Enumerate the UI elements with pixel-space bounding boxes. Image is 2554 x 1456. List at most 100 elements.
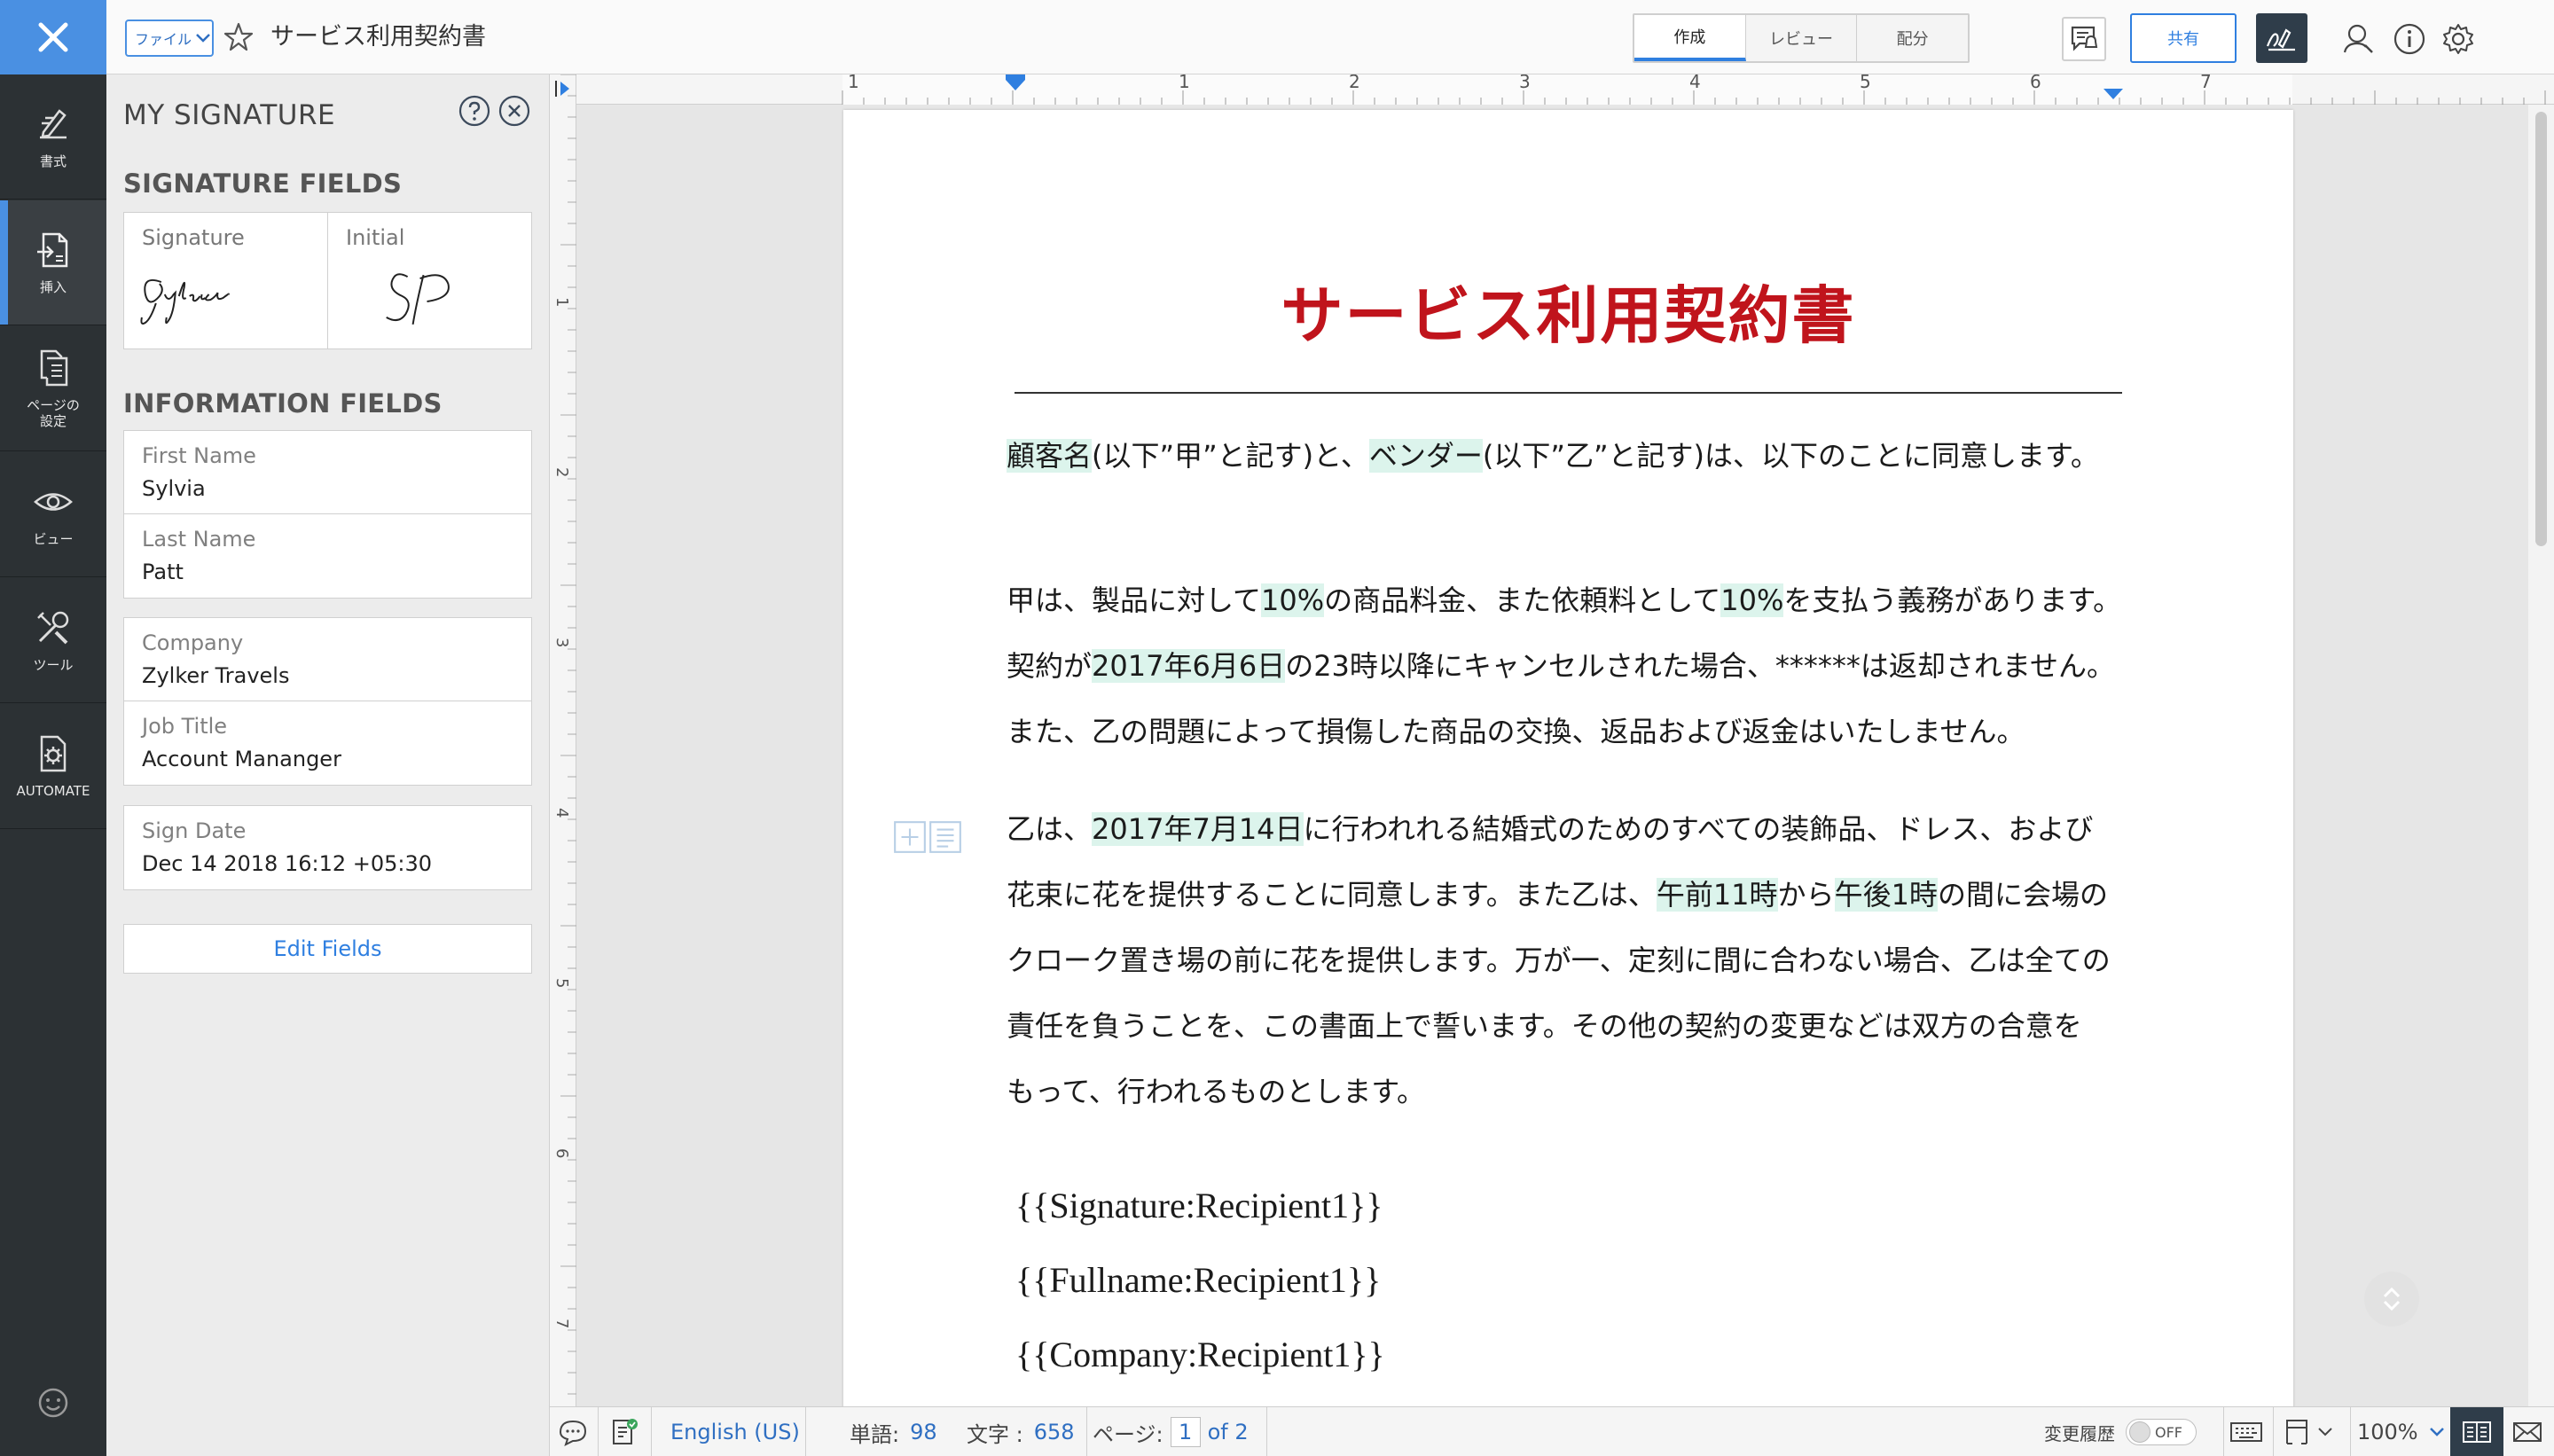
settings-button[interactable]: [2439, 20, 2478, 59]
sign-date-field[interactable]: Sign Date Dec 14 2018 16:12 +05:30: [124, 806, 531, 889]
zoom-selector[interactable]: 100%: [2357, 1407, 2445, 1456]
close-button[interactable]: [0, 0, 106, 74]
reading-mode-button[interactable]: [2450, 1407, 2503, 1456]
edit-fields-button[interactable]: Edit Fields: [123, 924, 532, 974]
track-changes-label: 変更履歴: [2044, 1422, 2115, 1444]
ruler-mark: 1: [848, 74, 859, 92]
document-line-1: 顧客名(以下”甲”と記す)と、ベンダー(以下”乙”と記す)は、以下のことに同意し…: [1007, 434, 2099, 477]
document-line-3: 契約が2017年6月6日の23時以降にキャンセルされた場合、******は返却さ…: [1007, 645, 2115, 687]
job-title-label: Job Title: [142, 714, 228, 739]
merge-field-rate-2[interactable]: 10%: [1720, 583, 1784, 617]
paragraph-actions: [892, 819, 972, 855]
ruler-toggle-icon[interactable]: [553, 78, 573, 99]
rail-item-format[interactable]: 書式: [0, 74, 106, 200]
tab-distribute[interactable]: 配分: [1857, 15, 1968, 61]
info-button[interactable]: [2390, 20, 2429, 59]
share-button[interactable]: 共有: [2130, 13, 2237, 63]
help-icon[interactable]: [458, 94, 491, 128]
language-selector[interactable]: English (US): [670, 1407, 800, 1456]
rail-item-automate[interactable]: AUTOMATE: [0, 704, 106, 829]
signature-field[interactable]: Signature: [124, 213, 328, 348]
keyboard-icon: [2230, 1422, 2262, 1442]
initial-label: Initial: [346, 225, 405, 250]
word-count: 単語: 98: [850, 1407, 937, 1456]
rail-item-view[interactable]: ビュー: [0, 452, 106, 577]
signature-panel: MY SIGNATURE SIGNATURE FIELDS Signature …: [106, 74, 550, 1456]
format-icon: [40, 109, 67, 139]
horizontal-ruler-ticks: 1 1 2 3 4 5 6 7: [842, 74, 2546, 105]
info-icon: [2393, 23, 2425, 55]
add-block-icon[interactable]: [892, 819, 928, 855]
company-placeholder[interactable]: {{Company:Recipient1}}: [1015, 1334, 1385, 1376]
name-fields: First Name Sylvia Last Name Patt: [123, 430, 532, 599]
fullname-placeholder[interactable]: {{Fullname:Recipient1}}: [1015, 1259, 1381, 1302]
insert-icon: [37, 232, 68, 268]
merge-field-time-end[interactable]: 午後1時: [1834, 878, 1938, 912]
scrollbar-thumb[interactable]: [2535, 112, 2547, 546]
feedback-mail-button[interactable]: [2511, 1407, 2543, 1456]
document-line-4: また、乙の問題によって損傷した商品の交換、返品および返金はいたしません。: [1007, 715, 2025, 748]
line-text: を支払う義務があります。: [1783, 583, 2122, 617]
close-panel-icon[interactable]: [497, 94, 531, 128]
merge-field-customer[interactable]: 顧客名: [1007, 439, 1093, 473]
merge-field-time-start[interactable]: 午前11時: [1656, 878, 1778, 912]
spellcheck-button[interactable]: [608, 1407, 640, 1456]
company-label: Company: [142, 630, 244, 655]
tab-compose[interactable]: 作成: [1634, 15, 1746, 61]
job-title-field[interactable]: Job Title Account Mananger: [124, 701, 531, 785]
sign-date-label: Sign Date: [142, 818, 247, 843]
document-line-5: 乙は、2017年7月14日に行われれる結婚式のためのすべての装飾品、ドレス、およ…: [1007, 808, 2093, 850]
word-count-label: 単語:: [850, 1421, 900, 1447]
page-number-input[interactable]: 1: [1170, 1417, 1201, 1447]
chevron-up-down-icon: [2383, 1287, 2401, 1311]
tab-review[interactable]: レビュー: [1746, 15, 1858, 61]
file-menu-button[interactable]: ファイル: [125, 20, 214, 57]
zoom-value: 100%: [2357, 1420, 2418, 1444]
sign-button[interactable]: [2256, 13, 2307, 63]
page-navigation-button[interactable]: [2364, 1272, 2419, 1327]
view-icon: [34, 493, 73, 511]
document-title[interactable]: サービス利用契約書: [270, 21, 486, 53]
sign-date-value: Dec 14 2018 16:12 +05:30: [142, 851, 433, 876]
rail-item-tools[interactable]: ツール: [0, 578, 106, 703]
ruler-mark: 5: [1860, 74, 1871, 92]
rail-label-page-setup: ページの 設定: [27, 397, 80, 429]
merge-field-date-2[interactable]: 2017年7月14日: [1092, 812, 1304, 846]
rail-label-automate: AUTOMATE: [16, 783, 90, 799]
ruler-mark: 7: [552, 1319, 571, 1328]
star-icon[interactable]: [223, 21, 255, 53]
document-page[interactable]: サービス利用契約書 顧客名(以下”甲”と記す)と、ベンダー(以下”乙”と記す)は…: [843, 110, 2293, 1406]
last-name-value: Patt: [142, 560, 184, 584]
vertical-ruler-ticks: 1 2 3 4 5 6 7: [552, 74, 576, 1395]
user-search-button[interactable]: [2339, 20, 2378, 59]
first-name-field[interactable]: First Name Sylvia: [124, 431, 531, 514]
page-total: of 2: [1207, 1420, 1249, 1444]
ruler-mark: 5: [552, 978, 571, 988]
comments-button[interactable]: [557, 1407, 589, 1456]
feedback-icon[interactable]: [35, 1385, 71, 1421]
track-changes-toggle[interactable]: OFF: [2126, 1419, 2197, 1445]
merge-field-rate-1[interactable]: 10%: [1261, 583, 1325, 617]
tools-icon: [37, 611, 69, 645]
ruler-mark: 6: [2030, 74, 2041, 92]
merge-field-vendor[interactable]: ベンダー: [1368, 439, 1483, 473]
information-fields-heading: INFORMATION FIELDS: [123, 388, 443, 419]
mode-tabs: 作成 レビュー 配分: [1633, 13, 1970, 63]
paragraph-settings-icon[interactable]: [928, 819, 963, 855]
line-text: の23時以降にキャンセルされた場合、******は返却されません。: [1285, 649, 2115, 683]
rail-item-insert[interactable]: 挿入: [0, 200, 106, 325]
merge-field-date-1[interactable]: 2017年6月6日: [1092, 649, 1286, 683]
vertical-scrollbar[interactable]: [2528, 105, 2554, 1406]
page-layout-icon: [2286, 1420, 2307, 1444]
company-field[interactable]: Company Zylker Travels: [124, 618, 531, 701]
signature-fields: Signature Initial: [123, 212, 532, 349]
initial-field[interactable]: Initial: [328, 213, 531, 348]
page-setup-icon: [40, 349, 68, 387]
keyboard-button[interactable]: [2229, 1407, 2264, 1456]
signature-placeholder[interactable]: {{Signature:Recipient1}}: [1015, 1185, 1383, 1227]
page-layout-button[interactable]: [2284, 1407, 2333, 1456]
rail-item-page-setup[interactable]: ページの 設定: [0, 326, 106, 451]
last-name-field[interactable]: Last Name Patt: [124, 514, 531, 598]
line-text: から: [1777, 878, 1835, 912]
notify-button[interactable]: [2062, 17, 2106, 61]
